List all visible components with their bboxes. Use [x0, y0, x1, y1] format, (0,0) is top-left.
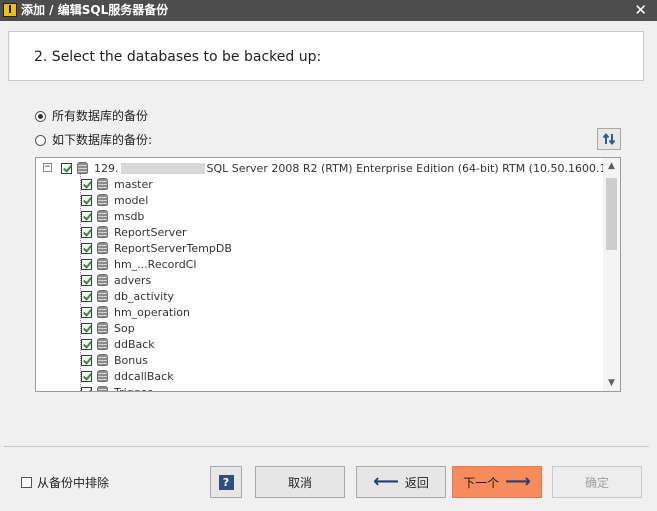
radio-selected-databases[interactable]: 如下数据库的备份: [35, 133, 152, 147]
radio-all-databases[interactable]: 所有数据库的备份 [35, 109, 148, 123]
database-icon [97, 354, 108, 366]
database-icon [97, 306, 108, 318]
server-address: 129. [94, 161, 119, 175]
database-node[interactable]: Bonus [80, 352, 148, 368]
database-node[interactable]: hm_...RecordCl [80, 256, 196, 272]
exclude-checkbox[interactable] [21, 477, 32, 488]
database-node[interactable]: Sop [80, 320, 135, 336]
footer-divider [4, 446, 649, 447]
database-label: ddBack [114, 337, 155, 351]
root-checkbox[interactable] [61, 162, 72, 174]
database-icon [97, 338, 108, 350]
database-label: Bonus [114, 353, 148, 367]
database-checkbox[interactable] [81, 242, 92, 254]
title-bar: l 添加 / 编辑SQL服务器备份 ✕ [0, 0, 657, 21]
redacted-region [120, 163, 205, 174]
database-icon [97, 178, 108, 190]
database-label: ddcallBack [114, 369, 174, 383]
database-node[interactable]: advers [80, 272, 151, 288]
database-checkbox[interactable] [81, 274, 92, 286]
database-checkbox[interactable] [81, 258, 92, 270]
database-checkbox[interactable] [81, 386, 92, 391]
server-description: SQL Server 2008 R2 (RTM) Enterprise Edit… [206, 161, 611, 175]
database-node[interactable]: ReportServerTempDB [80, 240, 232, 256]
help-icon: ? [218, 474, 234, 490]
help-button[interactable]: ? [210, 466, 242, 498]
database-checkbox[interactable] [81, 322, 92, 334]
next-label: 下一个 [463, 475, 500, 490]
database-icon [97, 242, 108, 254]
server-icon [77, 162, 88, 174]
back-button[interactable]: ⟵ 返回 [356, 466, 446, 498]
database-icon [97, 226, 108, 238]
ok-button[interactable]: 确定 [552, 466, 642, 498]
exclude-from-backup-option[interactable]: 从备份中排除 [21, 474, 109, 491]
database-node[interactable]: msdb [80, 208, 144, 224]
vertical-scrollbar[interactable]: ▲ ▼ [603, 158, 620, 391]
database-checkbox[interactable] [81, 226, 92, 238]
next-button[interactable]: 下一个 ⟶ [452, 466, 542, 498]
database-checkbox[interactable] [81, 354, 92, 366]
scroll-thumb[interactable] [606, 178, 617, 250]
app-logo-icon: l [3, 3, 17, 17]
database-label: model [114, 193, 149, 207]
step-title: 2. Select the databases to be backed up: [34, 49, 322, 65]
database-checkbox[interactable] [81, 178, 92, 190]
database-checkbox[interactable] [81, 338, 92, 350]
database-icon [97, 290, 108, 302]
database-node[interactable]: ReportServer [80, 224, 187, 240]
database-label: Trigger [114, 385, 152, 392]
database-icon [97, 370, 108, 382]
ok-label: 确定 [584, 475, 609, 490]
database-label: hm_...RecordCl [114, 257, 197, 271]
database-label: msdb [114, 209, 145, 223]
cancel-label: 取消 [287, 475, 312, 490]
database-node[interactable]: hm_operation [80, 304, 190, 320]
database-icon [97, 258, 108, 270]
database-tree[interactable]: − 129. SQL Server 2008 R2 (RTM) Enterpris… [35, 157, 621, 392]
scroll-down-icon[interactable]: ▼ [603, 375, 620, 391]
database-checkbox[interactable] [81, 370, 92, 382]
database-label: Sop [114, 321, 135, 335]
database-node[interactable]: Trigger [80, 384, 152, 392]
database-icon [97, 274, 108, 286]
radio-button[interactable] [35, 110, 46, 122]
radio-selected-databases-label: 如下数据库的备份: [52, 133, 153, 147]
database-checkbox[interactable] [81, 306, 92, 318]
database-label: advers [114, 273, 152, 287]
database-label: ReportServer [114, 225, 187, 239]
database-node[interactable]: ddBack [80, 336, 155, 352]
database-checkbox[interactable] [81, 194, 92, 206]
tree-root-node[interactable]: − 129. SQL Server 2008 R2 (RTM) Enterpris… [36, 160, 611, 176]
database-label: ReportServerTempDB [114, 241, 232, 255]
radio-all-databases-label: 所有数据库的备份 [52, 109, 149, 123]
window-title: 添加 / 编辑SQL服务器备份 [21, 3, 169, 17]
database-icon [97, 194, 108, 206]
exclude-label: 从备份中排除 [37, 476, 110, 490]
database-label: db_activity [114, 289, 175, 303]
refresh-button[interactable] [597, 128, 621, 150]
close-icon[interactable]: ✕ [634, 1, 647, 19]
arrow-left-icon: ⟵ [373, 471, 399, 492]
server-label: 129. SQL Server 2008 R2 (RTM) Enterprise … [94, 162, 611, 175]
refresh-icon [602, 132, 616, 146]
back-label: 返回 [404, 475, 429, 490]
scroll-up-icon[interactable]: ▲ [603, 158, 620, 174]
database-node[interactable]: model [80, 192, 148, 208]
database-node[interactable]: ddcallBack [80, 368, 174, 384]
step-header: 2. Select the databases to be backed up: [8, 31, 644, 81]
collapse-icon[interactable]: − [43, 163, 52, 172]
database-node[interactable]: db_activity [80, 288, 174, 304]
database-node[interactable]: master [80, 176, 153, 192]
database-icon [97, 386, 108, 391]
database-checkbox[interactable] [81, 210, 92, 222]
database-label: hm_operation [114, 305, 191, 319]
database-checkbox[interactable] [81, 290, 92, 302]
radio-button[interactable] [35, 134, 46, 146]
database-icon [97, 210, 108, 222]
database-icon [97, 322, 108, 334]
cancel-button[interactable]: 取消 [255, 466, 345, 498]
database-label: master [114, 177, 153, 191]
arrow-right-icon: ⟶ [505, 471, 531, 492]
